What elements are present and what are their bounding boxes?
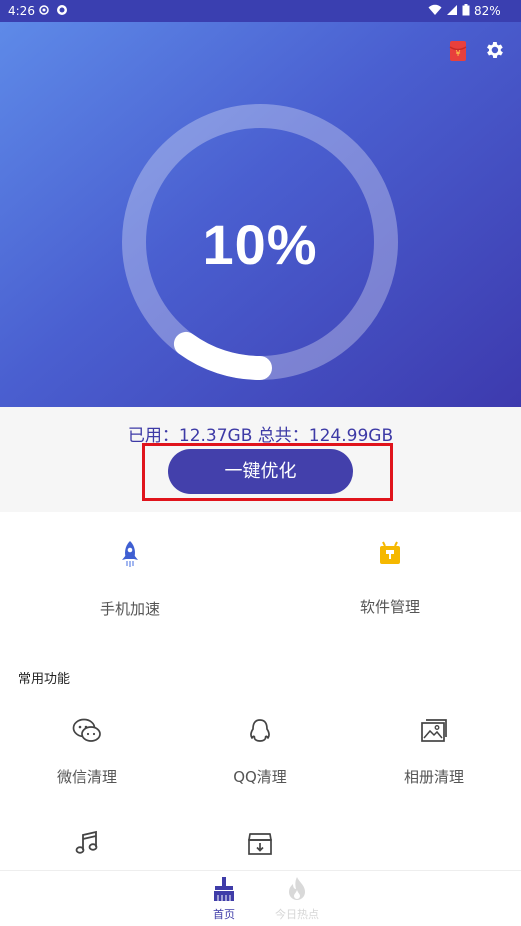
wechat-clean-item[interactable]: 微信清理 xyxy=(27,718,147,788)
phone-speedup-tool[interactable]: 手机加速 xyxy=(60,540,200,630)
flame-icon xyxy=(289,877,305,900)
battery-icon xyxy=(462,4,470,16)
nav-hot-tab[interactable]: 今日热点 xyxy=(262,876,332,922)
common-functions-title: 常用功能 xyxy=(18,672,71,687)
nav-home-tab[interactable]: 首页 xyxy=(189,876,259,922)
app-status-icon xyxy=(57,5,67,15)
bottom-nav: 首页 今日热点 xyxy=(0,870,521,926)
memory-hero: 10% ¥ xyxy=(0,22,521,407)
music-note-icon xyxy=(75,830,98,854)
settings-status-icon xyxy=(39,5,49,15)
app-screen: 4:26 82% 10% ¥ 已用：12.37GB 总共：124.99GB 一键… xyxy=(0,0,521,926)
qq-clean-label: QQ清理 xyxy=(233,768,287,786)
download-box-icon xyxy=(248,833,272,855)
status-bar: 4:26 82% xyxy=(0,0,521,22)
qq-penguin-icon xyxy=(250,719,270,742)
photo-album-icon xyxy=(421,719,447,742)
nav-home-label: 首页 xyxy=(213,908,235,921)
qq-clean-item[interactable]: QQ清理 xyxy=(200,718,320,788)
package-clean-item[interactable] xyxy=(200,830,320,870)
one-click-optimize-button[interactable]: 一键优化 xyxy=(168,449,353,494)
svg-text:¥: ¥ xyxy=(455,49,460,58)
software-manager-label: 软件管理 xyxy=(359,598,420,616)
red-packet-icon[interactable]: ¥ xyxy=(449,40,467,62)
battery-percent: 82% xyxy=(474,4,501,18)
signal-icon xyxy=(447,5,457,15)
rocket-icon xyxy=(122,541,138,567)
nav-hot-label: 今日热点 xyxy=(275,908,319,921)
phone-speedup-label: 手机加速 xyxy=(99,600,160,618)
software-manager-tool[interactable]: 软件管理 xyxy=(320,540,460,630)
music-clean-item[interactable] xyxy=(27,830,147,870)
broom-icon xyxy=(214,877,234,901)
wifi-icon xyxy=(428,4,442,15)
album-clean-label: 相册清理 xyxy=(403,768,464,786)
wechat-clean-label: 微信清理 xyxy=(56,768,117,786)
storage-panel: 已用：12.37GB 总共：124.99GB 一键优化 xyxy=(0,407,521,512)
gear-icon[interactable] xyxy=(483,39,505,61)
usage-percent: 10% xyxy=(202,213,318,276)
gauge-progress xyxy=(173,331,272,380)
storage-usage-text: 已用：12.37GB 总共：124.99GB xyxy=(127,426,394,446)
status-time: 4:26 xyxy=(8,4,35,18)
wechat-icon xyxy=(72,718,101,742)
android-box-icon xyxy=(380,541,400,564)
album-clean-item[interactable]: 相册清理 xyxy=(374,718,494,788)
